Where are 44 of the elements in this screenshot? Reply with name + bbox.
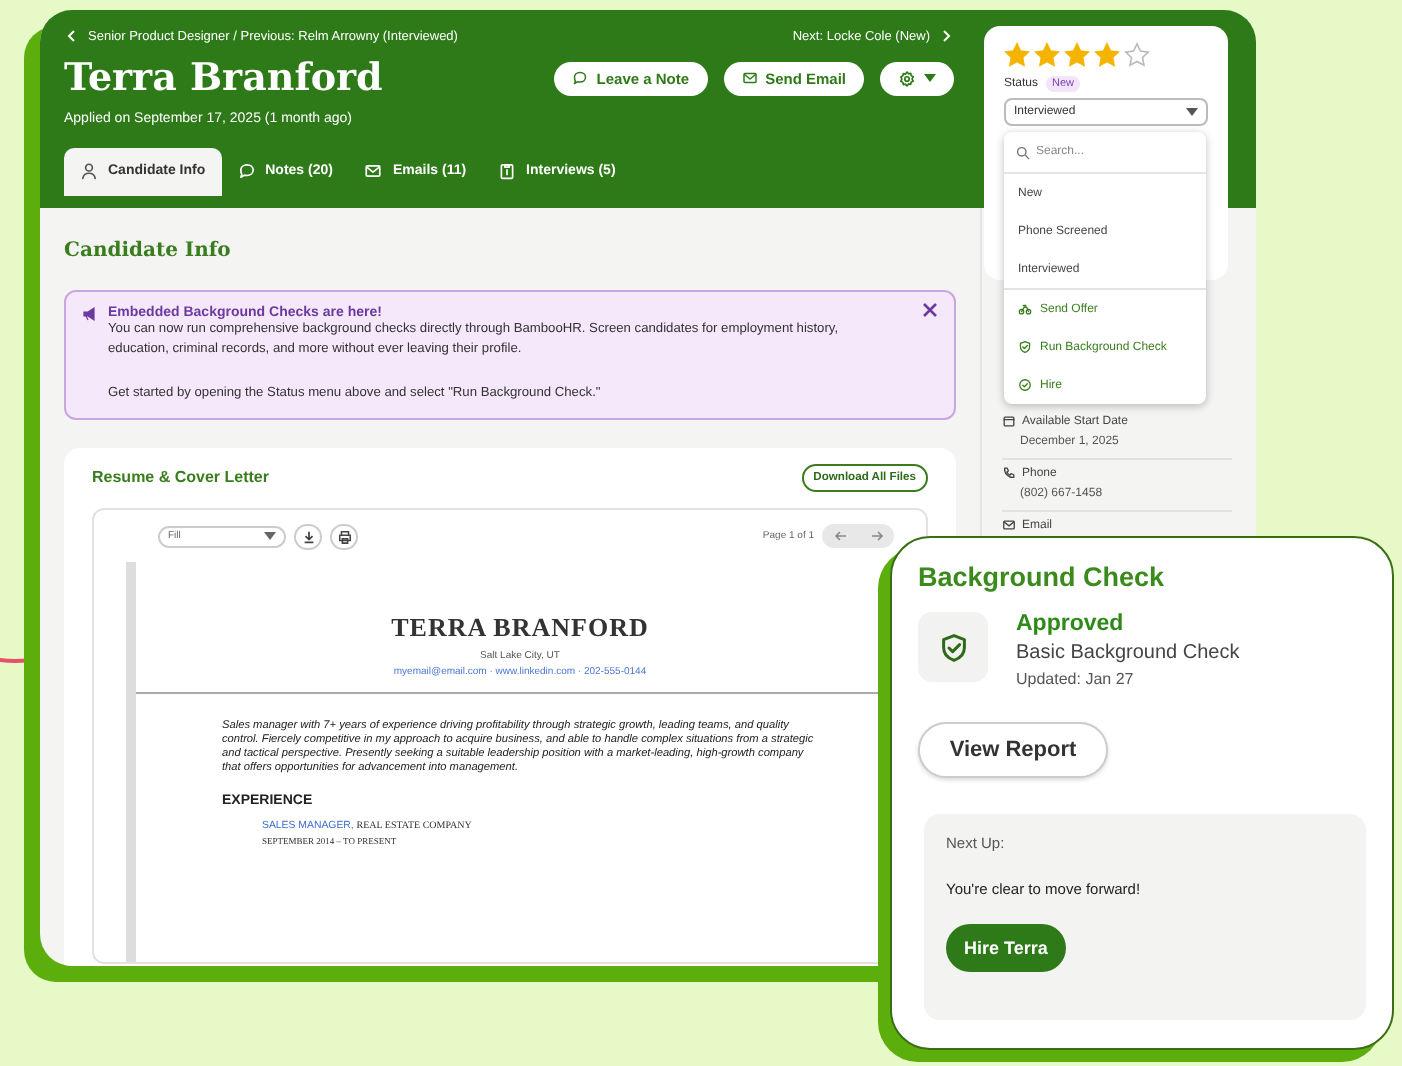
- print-button[interactable]: [330, 523, 358, 550]
- hire-button[interactable]: Hire Terra: [946, 924, 1066, 972]
- speech-bubble-icon: [572, 70, 589, 86]
- star-icon[interactable]: [1064, 42, 1090, 68]
- envelope-icon: [1002, 518, 1016, 532]
- close-icon[interactable]: [922, 302, 938, 318]
- caret-icon: [924, 74, 936, 82]
- card-title: Resume & Cover Letter: [92, 468, 269, 487]
- calendar-icon: [1002, 414, 1016, 428]
- shield-check-icon: [1018, 340, 1032, 354]
- updated-date: Updated: Jan 27: [1016, 670, 1136, 688]
- view-report-button[interactable]: View Report: [918, 722, 1108, 778]
- resume-name: TERRA BRANFORD: [389, 611, 651, 644]
- card-title: Background Check: [918, 562, 1167, 592]
- download-icon: [301, 529, 315, 544]
- gear-icon: [898, 69, 916, 87]
- settings-button[interactable]: [880, 61, 954, 95]
- caret-icon: [1186, 108, 1198, 116]
- envelope-icon: [364, 162, 383, 180]
- check-status: Approved: [1016, 612, 1126, 636]
- star-icon[interactable]: [1034, 42, 1060, 68]
- clipboard-icon: [498, 162, 517, 180]
- search-icon: [1016, 145, 1030, 159]
- megaphone-icon: [82, 306, 98, 322]
- arrow-left-icon: [833, 530, 847, 543]
- star-icon[interactable]: [1094, 42, 1120, 68]
- check-circle-icon: [1018, 378, 1032, 392]
- arrow-right-icon: [869, 530, 883, 543]
- candidate-name: Terra Branford: [64, 56, 383, 100]
- caret-icon: [264, 532, 276, 541]
- download-button[interactable]: [294, 523, 322, 550]
- chevron-left-icon[interactable]: [64, 28, 80, 44]
- check-package: Basic Background Check: [1016, 642, 1240, 664]
- printer-icon: [337, 529, 351, 544]
- chevron-right-icon[interactable]: [938, 28, 954, 44]
- section-title: Candidate Info: [64, 240, 233, 262]
- bike-icon: [1018, 302, 1032, 316]
- star-icon[interactable]: [1124, 42, 1150, 68]
- phone-icon: [1002, 466, 1016, 480]
- person-icon: [80, 162, 98, 180]
- envelope-icon: [741, 70, 758, 86]
- speech-bubble-icon: [237, 162, 256, 180]
- star-icon[interactable]: [1004, 42, 1030, 68]
- shield-check-icon: [937, 631, 969, 663]
